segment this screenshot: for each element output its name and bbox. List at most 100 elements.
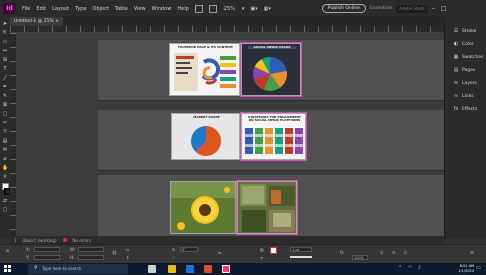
indesign-logo-icon[interactable]: Id [3, 3, 16, 14]
clock[interactable]: 8:52 AM 1/1/2024 [458, 264, 474, 274]
gradient-tool-icon[interactable]: ▤ [2, 138, 8, 144]
page-1[interactable]: FACEBOOK PAGE & ITS CONTENT [169, 43, 240, 96]
page-number-field[interactable]: 1 [14, 238, 17, 243]
panel-menu-icon[interactable]: ☰ [470, 250, 474, 255]
screen-mode-icon[interactable]: ▣▾ [247, 6, 260, 12]
fill-none-swatch-icon[interactable] [270, 247, 277, 254]
menu-help[interactable]: Help [174, 6, 191, 12]
zoom-tool-icon[interactable]: ⚲ [2, 174, 8, 180]
page-4[interactable]: STRATEGIES FOR ENGAGEMENT ON SOCIAL MEDI… [240, 112, 307, 161]
page-6[interactable] [236, 180, 298, 235]
minimize-icon[interactable]: – [428, 5, 438, 12]
panel-layers[interactable]: ≋ Layers [445, 77, 486, 90]
menu-object[interactable]: Object [90, 6, 112, 12]
page-5[interactable] [170, 181, 236, 234]
pen-tool-icon[interactable]: ✒ [2, 84, 8, 90]
taskbar-search-input[interactable]: Type here to search [28, 264, 128, 274]
x-position-field[interactable] [34, 247, 60, 252]
panel-swatches[interactable]: ▦ Swatches [445, 51, 486, 64]
menu-file[interactable]: File [19, 6, 33, 12]
y-label: Y: [26, 255, 30, 260]
effects-fx-icon[interactable]: fx [340, 250, 344, 255]
menu-layout[interactable]: Layout [49, 6, 72, 12]
indesign-taskbar-icon[interactable] [222, 265, 230, 273]
stroke-type-preview[interactable] [290, 256, 312, 258]
publish-online-button[interactable]: Publish Online [321, 4, 366, 13]
preflight-status[interactable]: No errors [73, 238, 91, 243]
reference-point-icon[interactable]: ⊞ [6, 248, 9, 253]
fill-icon[interactable]: ▧ [260, 247, 264, 252]
flip-horizontal-icon[interactable]: ⇋ [218, 250, 221, 255]
network-icon[interactable]: ⌃ [398, 265, 402, 271]
content-collector-icon[interactable]: ⊞ [2, 57, 8, 63]
pages-icon: ▤ [453, 67, 459, 73]
selection-tool-icon[interactable]: ➤ [2, 21, 8, 27]
constrain-proportions-icon[interactable]: ⛓ [112, 250, 117, 255]
gap-tool-icon[interactable]: ↔ [2, 48, 8, 54]
menu-window[interactable]: Window [149, 6, 175, 12]
arrange-documents-icon[interactable]: ▦▾ [261, 6, 274, 12]
rotation-field[interactable]: 0° [180, 247, 198, 252]
search-icon: ⚲ [34, 265, 38, 271]
align-icon[interactable]: ⊟ [392, 250, 395, 255]
menu-type[interactable]: Type [72, 6, 89, 12]
document-tab[interactable]: Untitled-1 @ 25% × [10, 17, 63, 26]
width-field[interactable] [78, 247, 104, 252]
maximize-icon[interactable]: □ [438, 5, 448, 12]
stock-search-input[interactable]: Adobe Stock [396, 4, 429, 13]
direct-selection-tool-icon[interactable]: ⇱ [2, 30, 8, 36]
menu-view[interactable]: View [131, 6, 149, 12]
menu-table[interactable]: Table [112, 6, 131, 12]
shear-icon[interactable]: ⟋ [172, 255, 175, 260]
windows-start-icon[interactable] [4, 265, 12, 273]
panel-color[interactable]: ◐ Color [445, 38, 486, 51]
chrome-browser-icon[interactable] [204, 265, 212, 273]
stock-icon[interactable] [208, 4, 217, 13]
swap-fill-stroke-icon[interactable]: ⇄ [2, 198, 8, 204]
scale-x-icon[interactable]: ⇔ [126, 247, 129, 252]
scissors-tool-icon[interactable]: ✂ [2, 120, 8, 126]
text-wrap-icon[interactable]: ⊏ [404, 250, 407, 255]
workspace-switcher[interactable]: Essentials [366, 6, 397, 11]
height-field[interactable] [78, 255, 104, 260]
windows-taskbar: Type here to search ⚲ ⌃ ◠ ♪ 8:52 AM 1/1/… [0, 263, 486, 275]
edge-browser-icon[interactable] [186, 265, 194, 273]
panel-stroke[interactable]: ☰ Stroke [445, 25, 486, 38]
volume-icon[interactable]: ♪ [418, 265, 421, 271]
bridge-icon[interactable] [194, 4, 203, 13]
view-options-icon[interactable]: ▾ [239, 6, 248, 12]
zoom-level[interactable]: 25% [220, 6, 239, 12]
page-3[interactable]: MARKET SHARE [171, 113, 240, 160]
file-explorer-icon[interactable] [168, 265, 176, 273]
panel-effects[interactable]: fx Effects [445, 103, 486, 116]
rectangle-frame-tool-icon[interactable]: ⊠ [2, 102, 8, 108]
sunflower-photo [171, 182, 235, 233]
panel-links[interactable]: ∞ Links [445, 90, 486, 103]
notifications-icon[interactable]: ▭ [476, 265, 481, 271]
fitting-icon[interactable]: ⊡ [380, 250, 383, 255]
type-tool-icon[interactable]: T [2, 66, 8, 72]
stroke-weight-field[interactable]: 1 pt [290, 247, 312, 252]
wifi-icon[interactable]: ◠ [408, 265, 412, 271]
hand-tool-icon[interactable]: ✋ [2, 165, 8, 171]
page-tool-icon[interactable]: ▭ [2, 39, 8, 45]
task-view-icon[interactable] [148, 265, 156, 273]
scale-y-icon[interactable]: ⇕ [126, 255, 129, 260]
close-tab-icon[interactable]: × [55, 19, 59, 24]
page-2[interactable]: SOCIAL MEDIA USAGE [240, 42, 302, 97]
rectangle-tool-icon[interactable]: □ [2, 111, 8, 117]
panel-pages[interactable]: ▤ Pages [445, 64, 486, 77]
menu-edit[interactable]: Edit [33, 6, 49, 12]
opacity-field[interactable]: 100% [352, 255, 368, 260]
line-tool-icon[interactable]: ╱ [2, 75, 8, 81]
y-position-field[interactable] [34, 255, 60, 260]
note-tool-icon[interactable]: ✉ [2, 147, 8, 153]
horizontal-ruler[interactable] [10, 26, 444, 33]
pencil-tool-icon[interactable]: ✎ [2, 93, 8, 99]
eyedropper-tool-icon[interactable]: ⌀ [2, 156, 8, 162]
rotate-icon[interactable]: ↻ [172, 247, 175, 252]
free-transform-tool-icon[interactable]: ⤧ [2, 129, 8, 135]
garden-photo-collage [238, 182, 296, 233]
stroke-weight-icon[interactable]: ≡ [260, 255, 263, 260]
screen-mode-tool-icon[interactable]: ▢ [2, 207, 8, 213]
